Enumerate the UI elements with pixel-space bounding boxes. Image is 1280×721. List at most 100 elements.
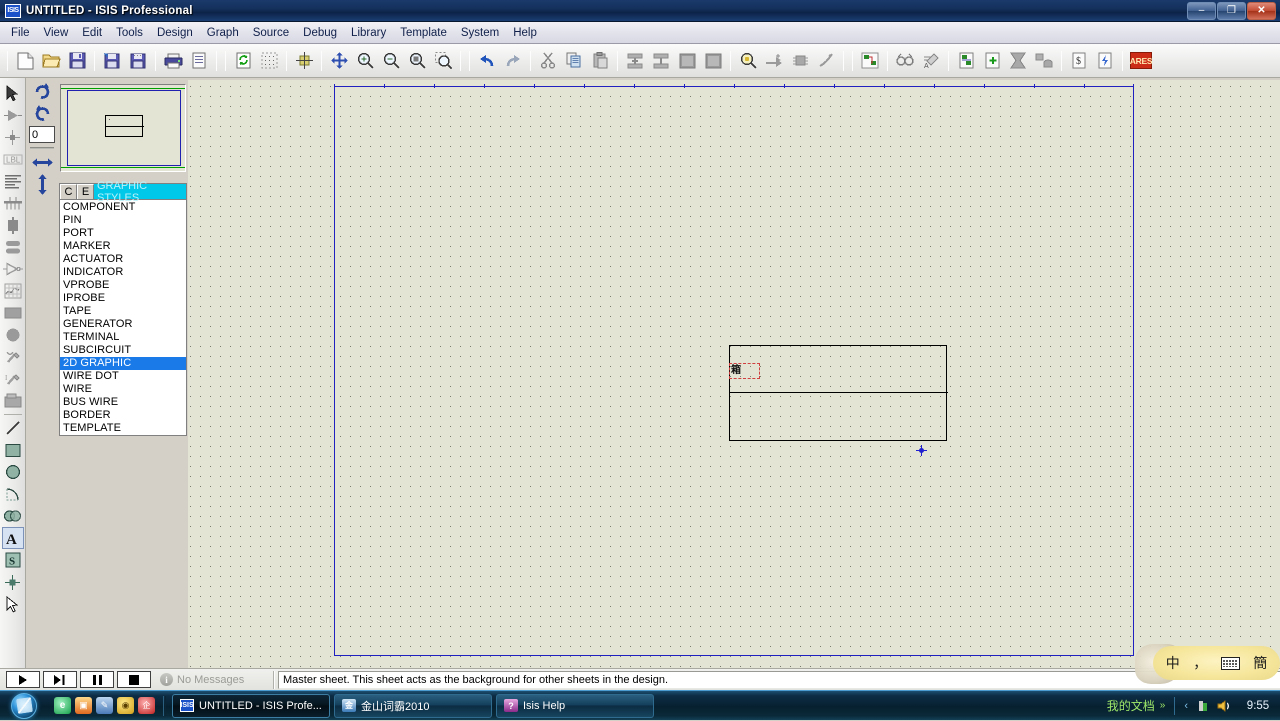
graphic-styles-list[interactable]: COMPONENT PIN PORT MARKER ACTUATOR INDIC… bbox=[60, 200, 186, 435]
selected-text-object[interactable]: 箱 bbox=[729, 363, 760, 379]
list-item[interactable]: GENERATOR bbox=[60, 318, 186, 331]
package-tool-button[interactable] bbox=[788, 49, 812, 73]
list-item[interactable]: VPROBE bbox=[60, 279, 186, 292]
schematic-canvas[interactable]: 箱 bbox=[188, 80, 1280, 668]
list-item[interactable]: PIN bbox=[60, 214, 186, 227]
cut-button[interactable] bbox=[536, 49, 560, 73]
refresh-button[interactable] bbox=[231, 49, 255, 73]
menu-system[interactable]: System bbox=[454, 24, 506, 42]
list-item[interactable]: TAPE bbox=[60, 305, 186, 318]
ql-media-icon[interactable]: ▣ bbox=[75, 697, 92, 714]
selection-mode-button[interactable] bbox=[2, 82, 24, 104]
menu-source[interactable]: Source bbox=[246, 24, 296, 42]
menu-template[interactable]: Template bbox=[393, 24, 454, 42]
rotation-angle-input[interactable] bbox=[29, 126, 55, 143]
tab-components[interactable]: C bbox=[60, 184, 77, 199]
block-copy-button[interactable] bbox=[623, 49, 647, 73]
new-file-button[interactable] bbox=[13, 49, 37, 73]
chevron-expand-icon[interactable]: » bbox=[1160, 700, 1166, 711]
redo-button[interactable] bbox=[501, 49, 525, 73]
rotate-counterclockwise-button[interactable] bbox=[29, 102, 55, 124]
menu-edit[interactable]: Edit bbox=[75, 24, 109, 42]
zoom-out-button[interactable] bbox=[379, 49, 403, 73]
origin-button[interactable] bbox=[292, 49, 316, 73]
paste-button[interactable] bbox=[588, 49, 612, 73]
generator-button[interactable] bbox=[2, 324, 24, 346]
close-button[interactable]: ✕ bbox=[1247, 1, 1276, 20]
zoom-window-button[interactable] bbox=[431, 49, 455, 73]
list-item-selected[interactable]: 2D GRAPHIC bbox=[60, 357, 186, 370]
list-item[interactable]: BORDER bbox=[60, 409, 186, 422]
open-file-button[interactable] bbox=[39, 49, 63, 73]
menu-library[interactable]: Library bbox=[344, 24, 393, 42]
drawn-rectangle[interactable] bbox=[729, 345, 948, 441]
zoom-area-button[interactable] bbox=[405, 49, 429, 73]
menu-tools[interactable]: Tools bbox=[109, 24, 150, 42]
taskbar-clock[interactable]: 9:55 bbox=[1242, 700, 1274, 712]
list-item[interactable]: WIRE DOT bbox=[60, 370, 186, 383]
pick-device-button[interactable] bbox=[736, 49, 760, 73]
menu-debug[interactable]: Debug bbox=[296, 24, 344, 42]
bom-report-button[interactable]: $ bbox=[1067, 49, 1091, 73]
list-item[interactable]: TERMINAL bbox=[60, 331, 186, 344]
ime-keyboard-button[interactable] bbox=[1220, 656, 1240, 670]
ql-shield-icon[interactable]: ◉ bbox=[117, 697, 134, 714]
minimize-button[interactable]: – bbox=[1187, 1, 1216, 20]
menu-view[interactable]: View bbox=[37, 24, 76, 42]
menu-design[interactable]: Design bbox=[150, 24, 200, 42]
ares-button[interactable]: ARES bbox=[1128, 49, 1154, 73]
voltage-probe-button[interactable] bbox=[2, 346, 24, 368]
mirror-horizontal-button[interactable] bbox=[29, 151, 55, 173]
ime-punctuation-button[interactable]: ， bbox=[1193, 653, 1207, 673]
list-item[interactable]: TEMPLATE bbox=[60, 422, 186, 435]
component-mode-button[interactable] bbox=[2, 104, 24, 126]
stop-button[interactable] bbox=[117, 671, 151, 688]
virtual-instrument-button[interactable] bbox=[2, 390, 24, 412]
block-move-button[interactable] bbox=[649, 49, 673, 73]
play-button[interactable] bbox=[6, 671, 40, 688]
circle-tool-button[interactable] bbox=[2, 461, 24, 483]
print-button[interactable] bbox=[161, 49, 185, 73]
ql-browser-icon[interactable]: e bbox=[54, 697, 71, 714]
undo-button[interactable] bbox=[475, 49, 499, 73]
restore-button[interactable]: ❐ bbox=[1217, 1, 1246, 20]
property-assign-button[interactable]: A bbox=[919, 49, 943, 73]
copy-button[interactable] bbox=[562, 49, 586, 73]
pause-button[interactable] bbox=[80, 671, 114, 688]
junction-dot-button[interactable] bbox=[2, 126, 24, 148]
language-bar[interactable]: 我的文档 » bbox=[1107, 697, 1166, 714]
sheet-hierarchy-button[interactable] bbox=[1032, 49, 1056, 73]
ime-simplified-button[interactable]: 簡 bbox=[1253, 653, 1267, 673]
ql-qq-icon[interactable]: 企 bbox=[138, 697, 155, 714]
list-item[interactable]: PORT bbox=[60, 227, 186, 240]
decompose-button[interactable] bbox=[814, 49, 838, 73]
tray-network-icon[interactable] bbox=[1195, 698, 1210, 713]
exit-sheet-button[interactable] bbox=[1006, 49, 1030, 73]
menu-help[interactable]: Help bbox=[506, 24, 544, 42]
wire-label-button[interactable]: LBL bbox=[2, 148, 24, 170]
marker-tool-button[interactable] bbox=[2, 571, 24, 593]
list-item[interactable]: WIRE bbox=[60, 383, 186, 396]
tape-recorder-button[interactable] bbox=[2, 302, 24, 324]
block-rotate-button[interactable] bbox=[675, 49, 699, 73]
taskbtn-isis[interactable]: ISIS UNTITLED - ISIS Profe... bbox=[172, 693, 330, 718]
current-probe-button[interactable]: I bbox=[2, 368, 24, 390]
device-pin-button[interactable] bbox=[2, 258, 24, 280]
taskbtn-isishelp[interactable]: ? Isis Help bbox=[496, 693, 654, 718]
toggle-grid-button[interactable] bbox=[257, 49, 281, 73]
list-item[interactable]: INDICATOR bbox=[60, 266, 186, 279]
chevron-collapse-icon[interactable]: ‹ bbox=[1184, 700, 1188, 712]
box-tool-button[interactable] bbox=[2, 439, 24, 461]
list-item[interactable]: IPROBE bbox=[60, 292, 186, 305]
tray-volume-icon[interactable] bbox=[1217, 698, 1232, 713]
symbol-tool-button[interactable]: S bbox=[2, 549, 24, 571]
list-item[interactable]: MARKER bbox=[60, 240, 186, 253]
print-area-button[interactable] bbox=[187, 49, 211, 73]
messages-area[interactable]: i No Messages bbox=[160, 671, 270, 689]
buses-button[interactable] bbox=[2, 192, 24, 214]
menu-graph[interactable]: Graph bbox=[200, 24, 246, 42]
ime-mode-chinese-button[interactable]: 中 bbox=[1166, 653, 1180, 673]
text-script-button[interactable] bbox=[2, 170, 24, 192]
tab-edit[interactable]: E bbox=[77, 184, 94, 199]
add-sheet-button[interactable] bbox=[980, 49, 1004, 73]
